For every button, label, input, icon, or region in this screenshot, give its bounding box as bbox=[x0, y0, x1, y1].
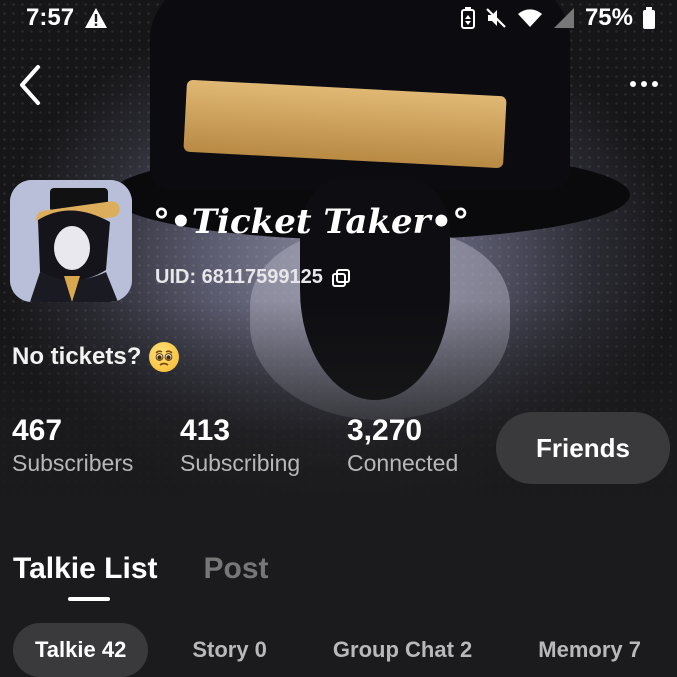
stat-subscribing[interactable]: 413 Subscribing bbox=[180, 414, 300, 477]
uid-text: UID: 68117599125 bbox=[155, 266, 323, 288]
stat-value: 467 bbox=[12, 414, 63, 447]
back-button[interactable] bbox=[10, 62, 50, 108]
profile-bio: No tickets? bbox=[12, 342, 180, 372]
status-bar: 7:57 75% bbox=[0, 0, 677, 36]
stat-value: 413 bbox=[180, 414, 231, 447]
chip-memory[interactable]: Memory 7 bbox=[516, 623, 663, 677]
avatar[interactable] bbox=[10, 180, 132, 302]
pleading-face-icon bbox=[149, 342, 180, 372]
chip-story[interactable]: Story 0 bbox=[170, 623, 289, 677]
chip-talkie[interactable]: Talkie 42 bbox=[13, 623, 149, 677]
chip-group-chat[interactable]: Group Chat 2 bbox=[311, 623, 494, 677]
uid-row[interactable]: UID: 68117599125 bbox=[155, 266, 351, 289]
stat-subscribers[interactable]: 467 Subscribers bbox=[12, 414, 133, 477]
stat-label: Subscribers bbox=[12, 450, 134, 476]
more-options-button[interactable] bbox=[621, 70, 667, 98]
status-time: 7:57 bbox=[26, 4, 75, 31]
tab-post[interactable]: Post bbox=[204, 552, 269, 586]
battery-icon bbox=[643, 7, 655, 29]
avatar-image bbox=[10, 180, 132, 302]
profile-name: °•Ticket Taker•° bbox=[153, 202, 470, 242]
battery-saver-icon bbox=[460, 7, 475, 29]
active-tab-indicator bbox=[68, 597, 110, 601]
warning-icon bbox=[85, 8, 108, 28]
stat-connected[interactable]: 3,270 Connected bbox=[347, 414, 458, 477]
wifi-icon bbox=[517, 9, 542, 27]
stat-label: Connected bbox=[347, 450, 459, 476]
status-bar-left: 7:57 bbox=[26, 4, 108, 32]
bio-text: No tickets? bbox=[12, 343, 142, 370]
more-horizontal-icon bbox=[630, 81, 636, 87]
status-bar-right: 75% bbox=[460, 4, 655, 32]
signal-icon bbox=[553, 8, 574, 28]
copy-icon[interactable] bbox=[331, 268, 351, 288]
category-chips: Talkie 42 Story 0 Group Chat 2 Memory 7 bbox=[13, 623, 663, 677]
mute-icon bbox=[486, 8, 506, 28]
battery-percent: 75% bbox=[584, 4, 633, 31]
profile-tabs: Talkie List Post bbox=[13, 552, 269, 586]
chevron-left-icon bbox=[20, 65, 40, 105]
stat-value: 3,270 bbox=[347, 414, 423, 447]
friends-button[interactable]: Friends bbox=[496, 412, 670, 484]
stat-label: Subscribing bbox=[180, 450, 301, 476]
tab-talkie-list[interactable]: Talkie List bbox=[13, 552, 158, 586]
